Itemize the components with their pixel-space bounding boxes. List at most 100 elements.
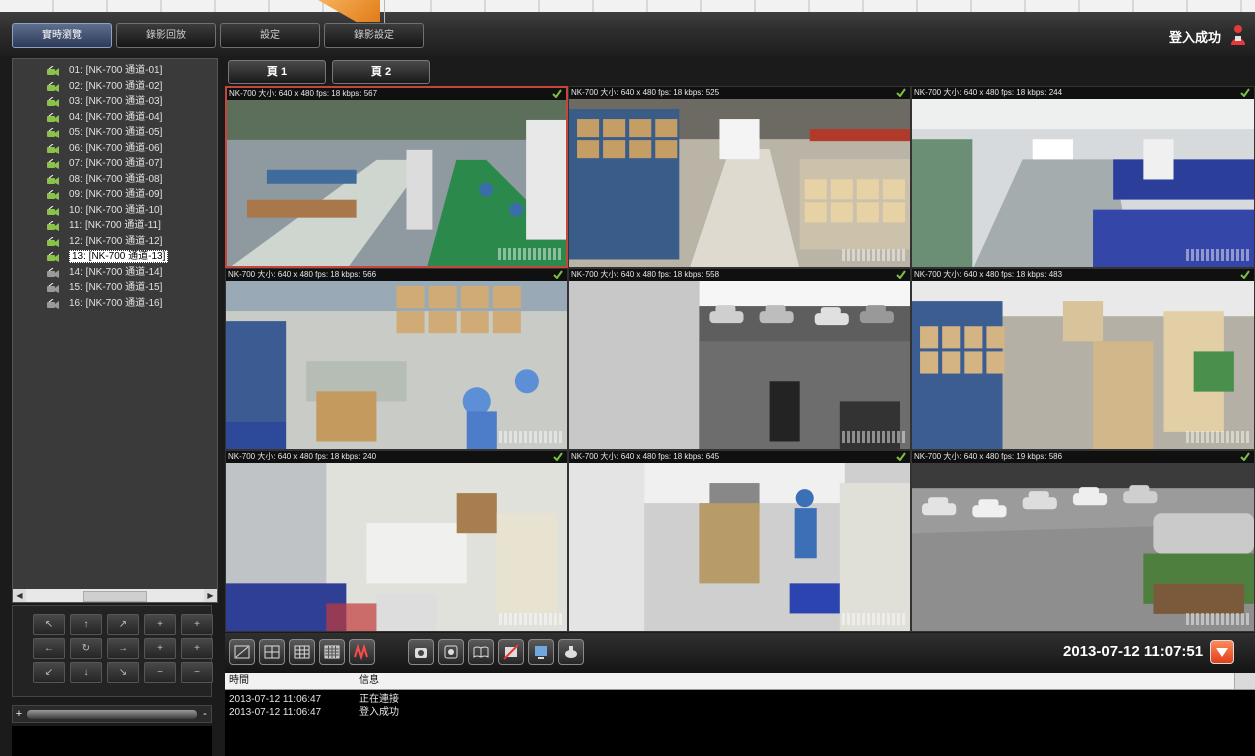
pan-left-button[interactable]: ← — [33, 638, 65, 659]
zoom-in-button[interactable]: + — [144, 614, 176, 635]
login-status: 登入成功 — [1168, 30, 1221, 45]
scroll-left-icon[interactable]: ◀ — [13, 589, 26, 602]
channel-item[interactable]: 16: [NK-700 通道-16] — [13, 296, 217, 312]
left-bottom-area — [12, 726, 212, 756]
snapshot-icon — [415, 648, 427, 658]
channel-item[interactable]: 10: [NK-700 通道-10] — [13, 203, 217, 219]
pan-down-left-button[interactable]: ↙ — [33, 662, 65, 683]
focus-near-button[interactable]: + — [181, 614, 213, 635]
osd-timestamp-overlay — [1186, 431, 1250, 443]
scroll-thumb[interactable] — [83, 591, 147, 602]
pan-home-button[interactable]: ↻ — [70, 638, 102, 659]
main-tabs: 實時瀏覽 錄影回放 設定 錄影設定 — [12, 23, 424, 48]
pan-down-right-button[interactable]: ↘ — [107, 662, 139, 683]
scroll-right-icon[interactable]: ▶ — [204, 589, 217, 602]
book-button[interactable] — [468, 639, 494, 665]
camera-view[interactable]: NK-700 大小: 640 x 480 fps: 19 kbps: 586 — [911, 450, 1255, 632]
channel-item[interactable]: 02: [NK-700 通道-02] — [13, 79, 217, 95]
log-column-message: 信息 — [359, 675, 379, 686]
camera-icon — [47, 252, 59, 262]
tab-live-view[interactable]: 實時瀏覽 — [12, 23, 112, 48]
camera-icon — [47, 66, 59, 76]
channel-item[interactable]: 01: [NK-700 通道-01] — [13, 63, 217, 79]
sixteen-view-button[interactable] — [319, 639, 345, 665]
single-view-icon — [234, 645, 250, 659]
camera-stream-label: NK-700 大小: 640 x 480 fps: 18 kbps: 558 — [571, 270, 720, 279]
camera-view[interactable]: NK-700 大小: 640 x 480 fps: 18 kbps: 240 — [225, 450, 568, 632]
ptz-panel: ↖ ↑ ↗ + + ← ↻ → + + ↙ ↓ ↘ − − — [12, 605, 213, 697]
record-button[interactable] — [438, 639, 464, 665]
alarm-menu-button[interactable] — [1210, 640, 1234, 664]
camera-view[interactable]: NK-700 大小: 640 x 480 fps: 18 kbps: 567 — [225, 86, 568, 268]
focus-far-button[interactable]: + — [181, 638, 213, 659]
channel-item[interactable]: 07: [NK-700 通道-07] — [13, 156, 217, 172]
channel-item[interactable]: 09: [NK-700 通道-09] — [13, 187, 217, 203]
channel-item[interactable]: 12: [NK-700 通道-12] — [13, 234, 217, 250]
snapshot-button[interactable] — [408, 639, 434, 665]
channel-label: 14: [NK-700 通道-14] — [69, 266, 163, 278]
tab-playback[interactable]: 錄影回放 — [116, 23, 216, 48]
channel-item[interactable]: 03: [NK-700 通道-03] — [13, 94, 217, 110]
signal-ok-icon — [553, 270, 563, 279]
iris-open-button[interactable]: + — [144, 638, 176, 659]
mute-button[interactable] — [498, 639, 524, 665]
user-icon[interactable] — [1230, 24, 1246, 46]
camera-icon — [47, 205, 59, 216]
quad-view-button[interactable] — [259, 639, 285, 665]
channel-item[interactable]: 11: [NK-700 通道-11] — [13, 218, 217, 234]
pan-up-right-button[interactable]: ↗ — [107, 614, 139, 635]
horizontal-scrollbar[interactable]: ◀ ▶ — [13, 589, 217, 602]
ptz-controls: ↖ ↑ ↗ + + ← ↻ → + + ↙ ↓ ↘ − − — [33, 614, 213, 683]
screen-button[interactable] — [528, 639, 554, 665]
camera-view[interactable]: NK-700 大小: 640 x 480 fps: 18 kbps: 525 — [568, 86, 911, 268]
camera-feed-image — [912, 281, 1254, 449]
ptz-speed-slider[interactable]: + - — [12, 705, 212, 723]
pan-up-button[interactable]: ↑ — [70, 614, 102, 635]
book-icon — [473, 646, 489, 658]
camera-view[interactable]: NK-700 大小: 640 x 480 fps: 18 kbps: 483 — [911, 268, 1255, 450]
slider-track[interactable] — [27, 710, 197, 719]
page-tabs: 頁 1 頁 2 — [228, 60, 430, 84]
tab-record-settings[interactable]: 錄影設定 — [324, 23, 424, 48]
camera-icon — [47, 221, 59, 231]
quad-view-icon — [264, 645, 280, 659]
speed-increase[interactable]: - — [199, 706, 211, 723]
single-view-button[interactable] — [229, 639, 255, 665]
pan-down-button[interactable]: ↓ — [70, 662, 102, 683]
camera-stream-label: NK-700 大小: 640 x 480 fps: 18 kbps: 240 — [228, 452, 377, 461]
camera-view[interactable]: NK-700 大小: 640 x 480 fps: 18 kbps: 645 — [568, 450, 911, 632]
osd-timestamp-overlay — [499, 431, 563, 443]
channel-label: 15: [NK-700 通道-15] — [69, 282, 163, 293]
channel-item[interactable]: 13: [NK-700 通道-13] — [13, 249, 217, 265]
camera-info: NK-700 大小: 640 x 480 fps: 18 kbps: 645 — [569, 451, 910, 463]
camera-info: NK-700 大小: 640 x 480 fps: 18 kbps: 567 — [227, 88, 566, 100]
pan-up-left-button[interactable]: ↖ — [33, 614, 65, 635]
channel-label: 06: [NK-700 通道-06] — [69, 142, 163, 154]
camera-view[interactable]: NK-700 大小: 640 x 480 fps: 18 kbps: 558 — [568, 268, 911, 450]
signal-ok-icon — [896, 270, 906, 279]
camera-view[interactable]: NK-700 大小: 640 x 480 fps: 18 kbps: 566 — [225, 268, 568, 450]
page-1-button[interactable]: 頁 1 — [228, 60, 326, 84]
current-datetime: 2013-07-12 11:07:51 — [1063, 643, 1204, 660]
camera-feed-image — [912, 463, 1254, 631]
iris-close-button[interactable]: − — [181, 662, 213, 683]
channel-item[interactable]: 04: [NK-700 通道-04] — [13, 110, 217, 126]
page-2-button[interactable]: 頁 2 — [332, 60, 430, 84]
channel-item[interactable]: 14: [NK-700 通道-14] — [13, 265, 217, 281]
pan-right-button[interactable]: → — [107, 638, 139, 659]
camera-icon — [47, 159, 59, 169]
auto-cycle-button[interactable] — [349, 639, 375, 665]
nine-view-button[interactable] — [289, 639, 315, 665]
channel-item[interactable]: 08: [NK-700 通道-08] — [13, 172, 217, 188]
zoom-out-button[interactable]: − — [144, 662, 176, 683]
channel-item[interactable]: 05: [NK-700 通道-05] — [13, 125, 217, 141]
channel-item[interactable]: 15: [NK-700 通道-15] — [13, 280, 217, 296]
speed-decrease[interactable]: + — [13, 706, 25, 723]
ptz-button[interactable] — [558, 639, 584, 665]
channel-item[interactable]: 06: [NK-700 通道-06] — [13, 141, 217, 157]
camera-icon — [47, 128, 59, 138]
camera-view[interactable]: NK-700 大小: 640 x 480 fps: 18 kbps: 244 — [911, 86, 1255, 268]
channel-label: 10: [NK-700 通道-10] — [69, 204, 163, 216]
tab-settings[interactable]: 設定 — [220, 23, 320, 48]
log-row: 2013-07-12 11:06:47 登入成功 — [225, 706, 1255, 719]
